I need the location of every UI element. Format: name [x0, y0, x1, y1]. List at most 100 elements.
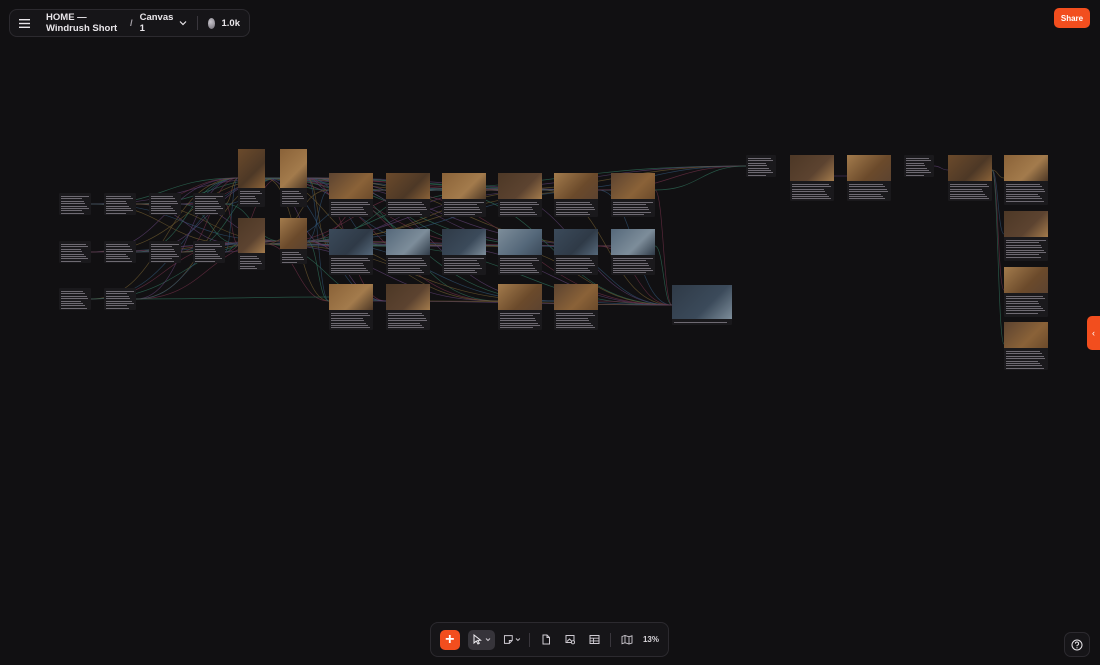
- node-thumbnail: [329, 173, 373, 199]
- node-text-line: [1006, 200, 1044, 202]
- node-thumbnail: [847, 155, 891, 181]
- node-text-line: [240, 263, 263, 265]
- canvas-node[interactable]: [611, 229, 655, 275]
- canvas-node[interactable]: [1004, 211, 1048, 261]
- node-text-line: [556, 214, 590, 215]
- canvas-node[interactable]: [442, 229, 486, 275]
- node-text-line: [331, 315, 370, 317]
- node-text-line: [500, 206, 532, 208]
- canvas-node[interactable]: [498, 284, 542, 330]
- node-text-line: [61, 305, 85, 307]
- canvas-node[interactable]: [1004, 155, 1048, 205]
- canvas-node[interactable]: [904, 155, 934, 177]
- node-text-line: [556, 206, 594, 208]
- canvas-node[interactable]: [611, 173, 655, 217]
- node-text-line: [500, 265, 534, 267]
- node-text-line: [106, 208, 131, 209]
- node-thumbnail: [442, 229, 486, 255]
- canvas-node[interactable]: [498, 229, 542, 275]
- node-text-line: [331, 206, 363, 208]
- canvas-node[interactable]: [104, 241, 136, 263]
- bottom-toolbar: + 13%: [430, 622, 669, 657]
- select-tool-button[interactable]: [467, 629, 495, 650]
- canvas-node[interactable]: [554, 284, 598, 330]
- canvas-node[interactable]: [59, 288, 91, 310]
- zoom-level[interactable]: 13%: [643, 635, 659, 644]
- canvas-name[interactable]: Canvas 1: [140, 12, 174, 34]
- connection-edge: [933, 165, 949, 171]
- node-text-line: [331, 258, 368, 259]
- canvas-node[interactable]: [193, 193, 225, 215]
- node-text-line: [444, 202, 484, 203]
- node-text-line: [1006, 242, 1039, 244]
- sticky-note-button[interactable]: [503, 630, 522, 650]
- document-button[interactable]: [538, 630, 554, 650]
- workflow-canvas[interactable]: [0, 0, 1100, 665]
- canvas-node[interactable]: [386, 173, 430, 217]
- node-text-line: [240, 265, 256, 267]
- node-text-line: [748, 167, 770, 169]
- add-node-button[interactable]: +: [440, 629, 460, 650]
- canvas-node[interactable]: [1004, 322, 1048, 370]
- image-search-button[interactable]: [562, 630, 578, 650]
- node-text-line: [1006, 355, 1044, 357]
- node-text-line: [444, 209, 481, 211]
- canvas-node[interactable]: [329, 284, 373, 330]
- node-thumbnail: [498, 229, 542, 255]
- table-icon: [589, 635, 599, 644]
- node-text-line: [500, 313, 540, 314]
- canvas-node[interactable]: [329, 173, 373, 217]
- chevron-down-icon[interactable]: [179, 20, 187, 26]
- canvas-node[interactable]: [554, 173, 598, 217]
- node-text-line: [282, 200, 298, 202]
- toolbar-divider: [610, 632, 611, 647]
- node-text-line: [1006, 196, 1040, 197]
- node-text-line: [500, 317, 535, 319]
- canvas-node[interactable]: [59, 193, 91, 215]
- node-text-line: [282, 259, 305, 261]
- canvas-node[interactable]: [280, 218, 307, 264]
- node-text-line: [240, 256, 257, 257]
- canvas-node[interactable]: [672, 285, 732, 325]
- node-thumbnail: [948, 155, 992, 181]
- table-button[interactable]: [586, 630, 602, 650]
- node-text-line: [388, 260, 424, 262]
- node-text-line: [106, 196, 131, 197]
- canvas-node[interactable]: [280, 149, 307, 207]
- canvas-node[interactable]: [149, 193, 181, 215]
- share-button[interactable]: Share: [1054, 8, 1090, 28]
- node-text-line: [282, 191, 299, 192]
- canvas-node[interactable]: [149, 241, 181, 263]
- image-search-icon: [565, 635, 575, 645]
- minimap-button[interactable]: [619, 630, 635, 650]
- node-text-line: [388, 204, 424, 206]
- canvas-node[interactable]: [790, 155, 834, 201]
- canvas-node[interactable]: [554, 229, 598, 275]
- canvas-node[interactable]: [847, 155, 891, 201]
- hamburger-menu-icon[interactable]: [19, 18, 30, 28]
- node-text-line: [556, 272, 592, 274]
- node-text-line: [1006, 252, 1046, 253]
- canvas-node[interactable]: [386, 229, 430, 275]
- connection-edge: [135, 296, 330, 300]
- canvas-node[interactable]: [193, 241, 225, 263]
- canvas-node[interactable]: [746, 155, 776, 177]
- node-thumbnail: [238, 149, 265, 188]
- canvas-node[interactable]: [329, 229, 373, 275]
- canvas-node[interactable]: [238, 149, 265, 207]
- canvas-node[interactable]: [442, 173, 486, 217]
- canvas-node[interactable]: [104, 193, 136, 215]
- canvas-node[interactable]: [386, 284, 430, 330]
- project-title[interactable]: HOME — Windrush Short: [46, 12, 123, 34]
- canvas-node[interactable]: [498, 173, 542, 217]
- node-text-line: [500, 202, 537, 203]
- canvas-node[interactable]: [948, 155, 992, 201]
- canvas-node[interactable]: [59, 241, 91, 263]
- help-button[interactable]: [1064, 632, 1090, 657]
- canvas-node[interactable]: [238, 218, 265, 270]
- canvas-node[interactable]: [104, 288, 136, 310]
- node-text-line: [444, 260, 477, 262]
- side-panel-toggle[interactable]: ‹: [1087, 316, 1100, 350]
- canvas-node[interactable]: [1004, 267, 1048, 317]
- node-text-line: [444, 258, 484, 259]
